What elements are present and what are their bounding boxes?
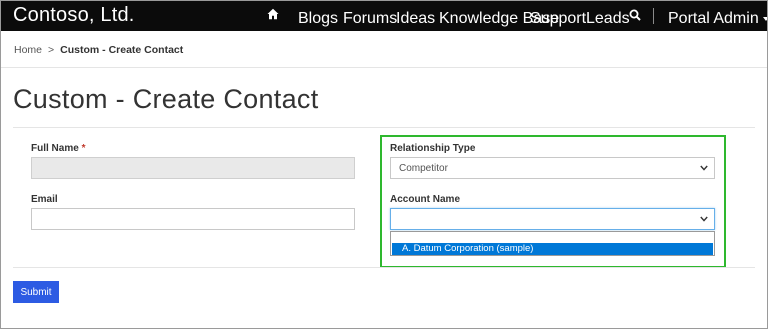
form-bottom-divider xyxy=(13,267,755,268)
nav-item-blogs[interactable]: Blogs xyxy=(298,10,338,28)
user-menu[interactable]: Portal Admin xyxy=(668,10,768,28)
caret-down-icon xyxy=(762,16,768,21)
highlight-annotation-box xyxy=(380,135,726,268)
required-marker: * xyxy=(81,143,86,154)
full-name-label-text: Full Name xyxy=(31,143,79,154)
form-top-divider xyxy=(13,127,755,128)
header-divider xyxy=(1,67,767,68)
breadcrumb: Home > Custom - Create Contact xyxy=(14,44,183,56)
nav-item-leads[interactable]: Leads xyxy=(586,10,630,28)
nav-item-forums[interactable]: Forums xyxy=(343,10,397,28)
user-menu-label: Portal Admin xyxy=(668,10,759,27)
nav-divider xyxy=(653,8,654,24)
email-field[interactable] xyxy=(31,208,355,230)
search-icon[interactable] xyxy=(629,9,641,21)
nav-item-ideas[interactable]: Ideas xyxy=(396,10,435,28)
top-navbar: Contoso, Ltd. Blogs Forums Ideas Knowled… xyxy=(1,1,768,31)
home-icon[interactable] xyxy=(267,8,279,20)
page-title: Custom - Create Contact xyxy=(13,84,319,114)
breadcrumb-separator: > xyxy=(48,44,55,56)
brand-logo[interactable]: Contoso, Ltd. xyxy=(13,4,135,27)
full-name-label: Full Name * xyxy=(31,143,85,154)
breadcrumb-current: Custom - Create Contact xyxy=(60,44,184,56)
breadcrumb-home[interactable]: Home xyxy=(14,44,42,56)
submit-button[interactable]: Submit xyxy=(13,281,59,303)
email-label: Email xyxy=(31,194,58,205)
full-name-field[interactable] xyxy=(31,157,355,179)
nav-item-support[interactable]: Support xyxy=(530,10,586,28)
